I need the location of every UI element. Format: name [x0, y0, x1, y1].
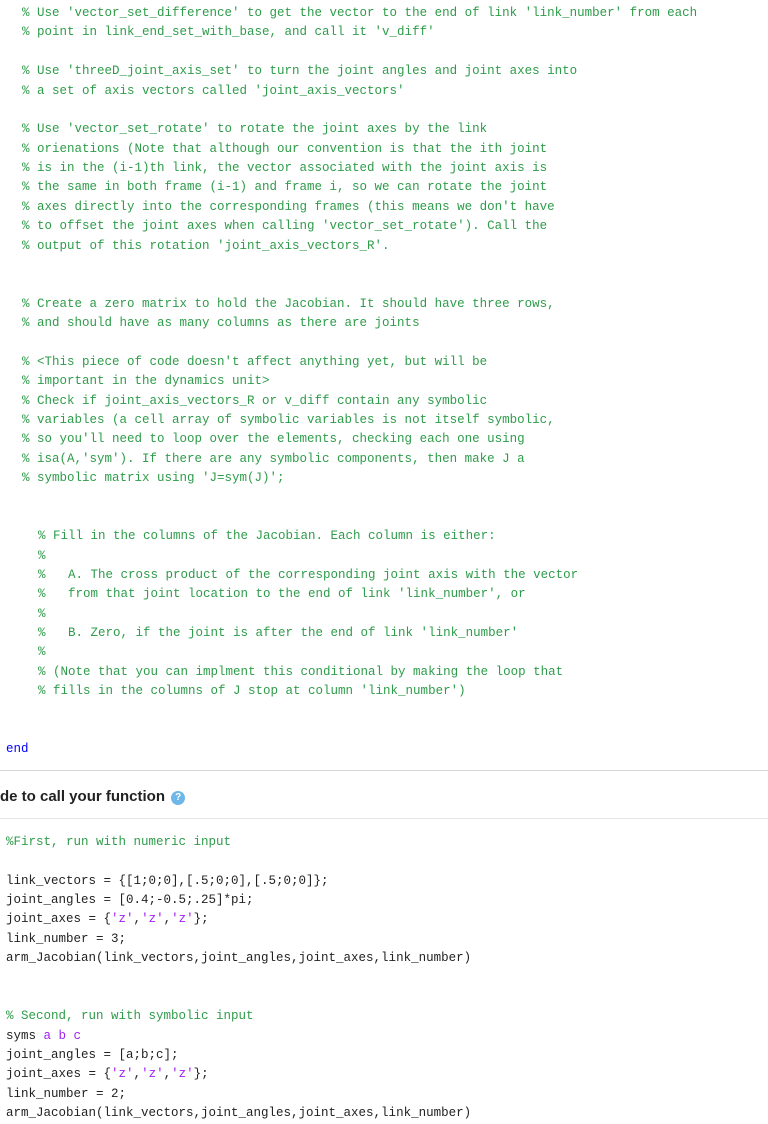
- code-line: link_vectors = {[1;0;0],[.5;0;0],[.5;0;0…: [0, 872, 768, 891]
- code-comment: % axes directly into the corresponding f…: [0, 198, 768, 217]
- code-comment: % (Note that you can implment this condi…: [0, 663, 768, 682]
- string-literal: 'z': [171, 1067, 194, 1081]
- code-comment: % A. The cross product of the correspond…: [0, 566, 768, 585]
- code-fragment: ,: [134, 1067, 142, 1081]
- symbol-list: a b c: [44, 1029, 82, 1043]
- code-line: link_number = 3;: [0, 930, 768, 949]
- code-comment: % Check if joint_axis_vectors_R or v_dif…: [0, 392, 768, 411]
- code-comment: % Create a zero matrix to hold the Jacob…: [0, 295, 768, 314]
- end-keyword: end: [0, 740, 768, 759]
- code-comment: %First, run with numeric input: [0, 833, 768, 852]
- code-comment: % a set of axis vectors called 'joint_ax…: [0, 82, 768, 101]
- code-comment: % important in the dynamics unit>: [0, 372, 768, 391]
- code-comment: % <This piece of code doesn't affect any…: [0, 353, 768, 372]
- code-comment: % Use 'vector_set_rotate' to rotate the …: [0, 120, 768, 139]
- code-comment: % so you'll need to loop over the elemen…: [0, 430, 768, 449]
- help-icon[interactable]: ?: [171, 791, 185, 805]
- code-fragment: };: [194, 1067, 209, 1081]
- code-comment: % symbolic matrix using 'J=sym(J)';: [0, 469, 768, 488]
- code-line: joint_axes = {'z','z','z'};: [0, 910, 768, 929]
- code-fragment: joint_axes = {: [6, 1067, 111, 1081]
- string-literal: 'z': [141, 1067, 164, 1081]
- code-fragment: ,: [134, 912, 142, 926]
- code-line: joint_angles = [a;b;c];: [0, 1046, 768, 1065]
- string-literal: 'z': [141, 912, 164, 926]
- code-line: arm_Jacobian(link_vectors,joint_angles,j…: [0, 1104, 768, 1123]
- code-comment: % isa(A,'sym'). If there are any symboli…: [0, 450, 768, 469]
- code-fragment: ,: [164, 912, 172, 926]
- code-fragment: ,: [164, 1067, 172, 1081]
- code-comment: % and should have as many columns as the…: [0, 314, 768, 333]
- code-comment: % B. Zero, if the joint is after the end…: [0, 624, 768, 643]
- code-comment: %: [0, 643, 768, 662]
- code-comment: % Use 'threeD_joint_axis_set' to turn th…: [0, 62, 768, 81]
- code-comment: % Use 'vector_set_difference' to get the…: [0, 4, 768, 23]
- code-comment: % is in the (i-1)th link, the vector ass…: [0, 159, 768, 178]
- section-title: de to call your function: [0, 788, 165, 805]
- code-comment: % orienations (Note that although our co…: [0, 140, 768, 159]
- code-comment: % Fill in the columns of the Jacobian. E…: [0, 527, 768, 546]
- string-literal: 'z': [171, 912, 194, 926]
- code-fragment: syms: [6, 1029, 44, 1043]
- code-comment: % from that joint location to the end of…: [0, 585, 768, 604]
- code-fragment: joint_axes = {: [6, 912, 111, 926]
- code-line: arm_Jacobian(link_vectors,joint_angles,j…: [0, 949, 768, 968]
- code-comment: % fills in the columns of J stop at colu…: [0, 682, 768, 701]
- code-line: syms a b c: [0, 1027, 768, 1046]
- code-line: link_number = 2;: [0, 1085, 768, 1104]
- code-comment: % point in link_end_set_with_base, and c…: [0, 23, 768, 42]
- code-comment: % the same in both frame (i-1) and frame…: [0, 178, 768, 197]
- code-line: joint_axes = {'z','z','z'};: [0, 1065, 768, 1084]
- code-comment: % variables (a cell array of symbolic va…: [0, 411, 768, 430]
- string-literal: 'z': [111, 912, 134, 926]
- code-comment: %: [0, 605, 768, 624]
- code-comment: % to offset the joint axes when calling …: [0, 217, 768, 236]
- function-body-code: % Use 'vector_set_difference' to get the…: [0, 0, 768, 766]
- section-header: de to call your function ?: [0, 771, 768, 819]
- code-comment: %: [0, 547, 768, 566]
- code-line: joint_angles = [0.4;-0.5;.25]*pi;: [0, 891, 768, 910]
- code-fragment: };: [194, 912, 209, 926]
- string-literal: 'z': [111, 1067, 134, 1081]
- code-comment: % output of this rotation 'joint_axis_ve…: [0, 237, 768, 256]
- caller-code: %First, run with numeric input link_vect…: [0, 829, 768, 1124]
